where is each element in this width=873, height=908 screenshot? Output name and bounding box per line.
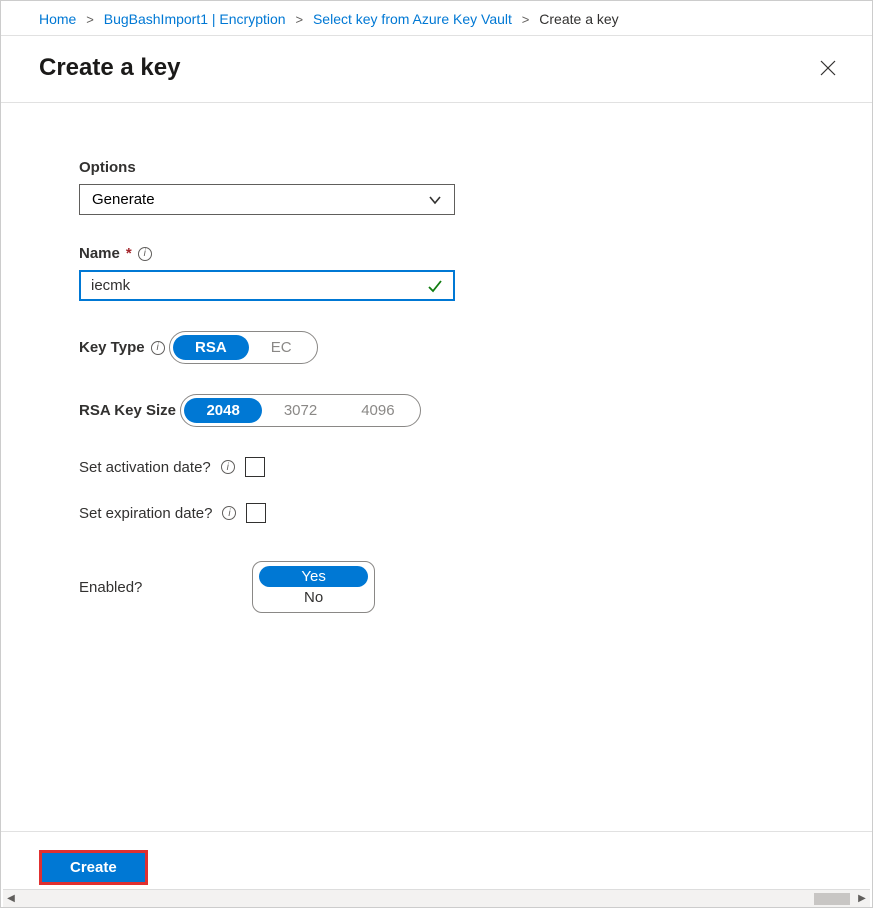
breadcrumb-sep: > (86, 12, 94, 27)
breadcrumb-current: Create a key (539, 11, 618, 27)
activation-checkbox[interactable] (245, 457, 265, 477)
name-field: Name * i (79, 245, 794, 301)
scroll-left-icon[interactable]: ◀ (3, 891, 19, 907)
options-value: Generate (92, 191, 155, 208)
enabled-field: Enabled? Yes No (79, 561, 794, 613)
info-icon[interactable]: i (138, 247, 152, 261)
expiration-field: Set expiration date? i (79, 503, 794, 523)
keytype-rsa[interactable]: RSA (173, 335, 249, 360)
options-field: Options Generate (79, 159, 794, 215)
enabled-label: Enabled? (79, 579, 142, 596)
close-icon (820, 60, 836, 76)
keysize-toggle: 2048 3072 4096 (180, 394, 420, 427)
keytype-label-text: Key Type (79, 339, 145, 356)
page-header: Create a key (1, 36, 872, 103)
activation-field: Set activation date? i (79, 457, 794, 477)
info-icon[interactable]: i (151, 341, 165, 355)
breadcrumb-home[interactable]: Home (39, 11, 76, 27)
breadcrumb-sep: > (295, 12, 303, 27)
keysize-field: RSA Key Size 2048 3072 4096 (79, 394, 794, 427)
keytype-field: Key Type i RSA EC (79, 331, 794, 364)
page-title: Create a key (39, 54, 180, 82)
breadcrumb-sep: > (522, 12, 530, 27)
activation-label: Set activation date? (79, 459, 211, 476)
expiration-checkbox[interactable] (246, 503, 266, 523)
enabled-toggle: Yes No (252, 561, 374, 613)
options-label: Options (79, 159, 136, 176)
name-label: Name * i (79, 245, 152, 262)
keysize-2048[interactable]: 2048 (184, 398, 261, 423)
options-select[interactable]: Generate (79, 184, 455, 215)
keytype-ec[interactable]: EC (249, 335, 314, 360)
name-label-text: Name (79, 245, 120, 262)
info-icon[interactable]: i (221, 460, 235, 474)
name-input[interactable] (91, 277, 427, 294)
scroll-thumb[interactable] (814, 893, 850, 905)
expiration-label: Set expiration date? (79, 505, 212, 522)
enabled-no[interactable]: No (259, 587, 367, 608)
enabled-yes[interactable]: Yes (259, 566, 367, 587)
create-button[interactable]: Create (39, 850, 148, 885)
breadcrumb: Home > BugBashImport1 | Encryption > Sel… (1, 1, 872, 36)
keysize-4096[interactable]: 4096 (339, 398, 416, 423)
close-button[interactable] (812, 52, 844, 84)
keysize-3072[interactable]: 3072 (262, 398, 339, 423)
required-asterisk: * (126, 245, 132, 262)
breadcrumb-encryption[interactable]: BugBashImport1 | Encryption (104, 11, 286, 27)
check-icon (427, 278, 443, 294)
chevron-down-icon (428, 193, 442, 207)
form-body: Options Generate Name * i Key Type i RSA (1, 103, 872, 633)
keysize-label: RSA Key Size (79, 402, 176, 419)
footer: Create (1, 831, 872, 885)
scroll-right-icon[interactable]: ▶ (854, 891, 870, 907)
keytype-label: Key Type i (79, 339, 165, 356)
info-icon[interactable]: i (222, 506, 236, 520)
keytype-toggle: RSA EC (169, 331, 318, 364)
horizontal-scrollbar[interactable]: ◀ ▶ (3, 889, 870, 907)
breadcrumb-select-key[interactable]: Select key from Azure Key Vault (313, 11, 512, 27)
name-input-wrap[interactable] (79, 270, 455, 301)
